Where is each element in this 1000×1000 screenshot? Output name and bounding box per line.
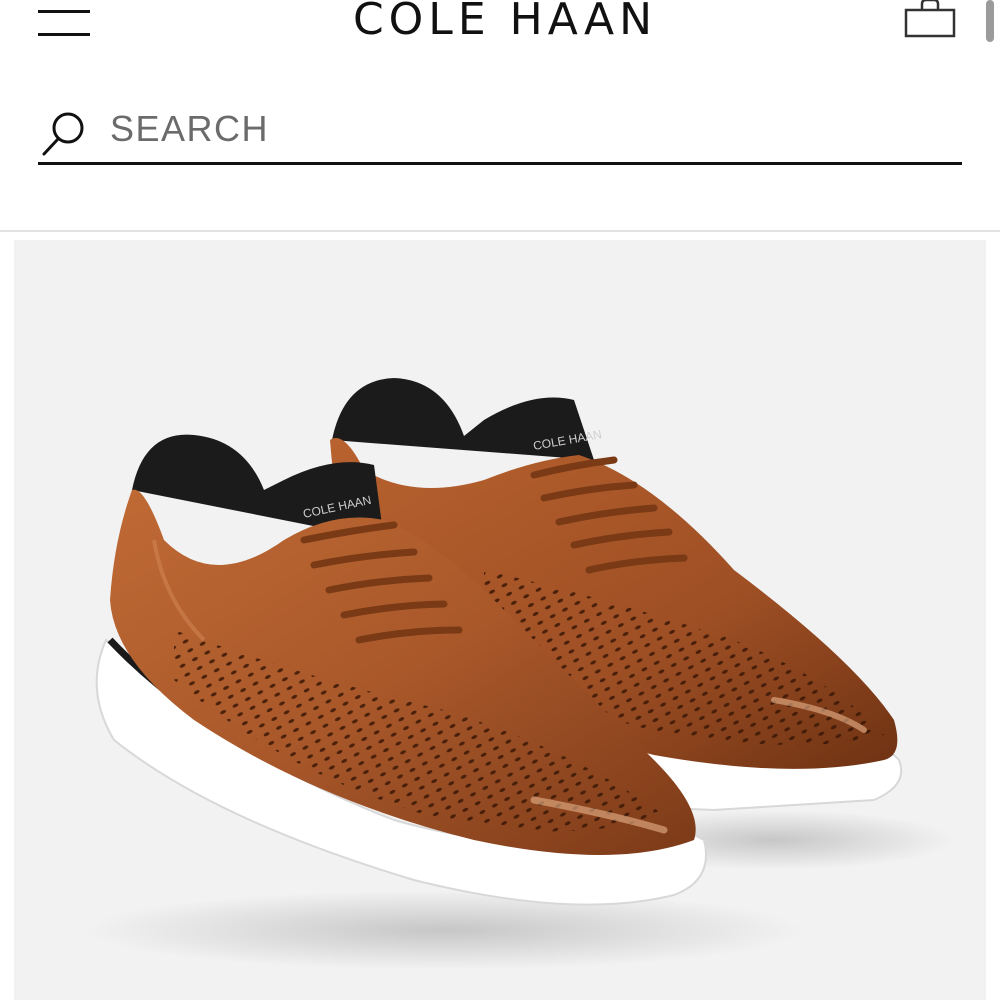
- brand-logo[interactable]: COLE HAAN: [340, 0, 670, 48]
- search-bar[interactable]: [38, 100, 962, 165]
- menu-line: [38, 33, 90, 36]
- search-icon[interactable]: [40, 108, 90, 158]
- hamburger-menu-icon[interactable]: [38, 4, 92, 38]
- scrollbar[interactable]: [986, 0, 994, 42]
- product-image[interactable]: COLE HAAN COLE HAAN: [14, 240, 986, 1000]
- shoe-illustration: COLE HAAN COLE HAAN: [84, 378, 954, 970]
- shopping-bag-icon[interactable]: [902, 0, 958, 42]
- menu-line: [38, 10, 90, 13]
- search-input[interactable]: [110, 106, 930, 152]
- header: COLE HAAN: [0, 0, 1000, 232]
- page: COLE HAAN SEARCH COLE HAAN COLE HAAN: [0, 0, 1000, 1000]
- header-divider: [0, 230, 1000, 232]
